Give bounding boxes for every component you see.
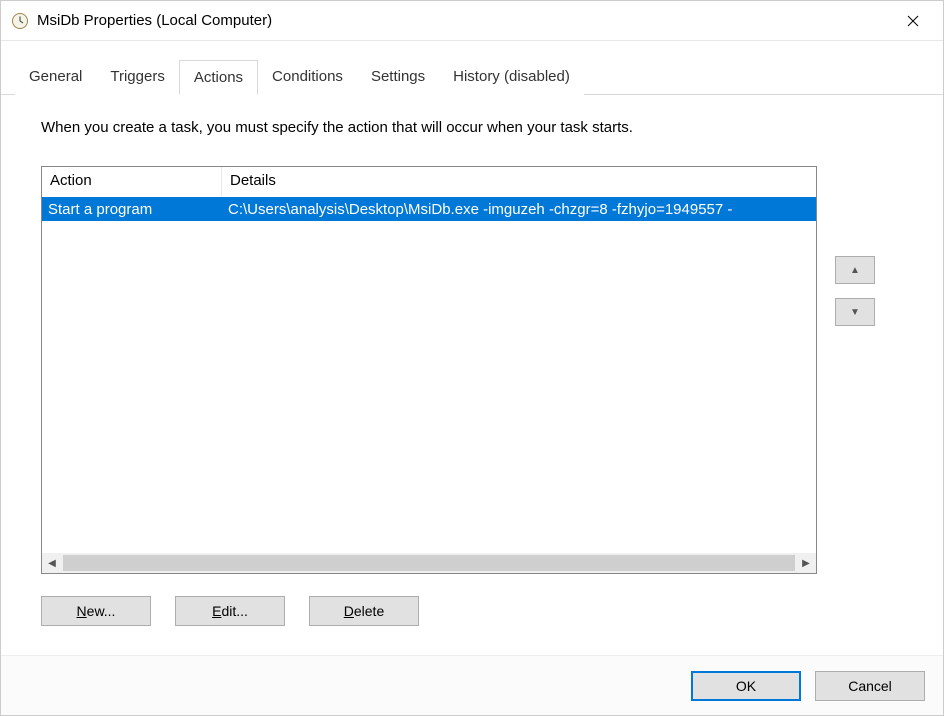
actions-listview[interactable]: Action Details Start a program C:\Users\… bbox=[41, 166, 817, 574]
tab-history[interactable]: History (disabled) bbox=[439, 60, 584, 95]
tab-strip: General Triggers Actions Conditions Sett… bbox=[1, 41, 943, 95]
action-button-row: New... Edit... Delete bbox=[41, 596, 921, 626]
column-header-details[interactable]: Details bbox=[222, 167, 816, 196]
ok-button[interactable]: OK bbox=[691, 671, 801, 701]
tab-triggers[interactable]: Triggers bbox=[96, 60, 178, 95]
close-button[interactable] bbox=[893, 6, 933, 36]
delete-button[interactable]: Delete bbox=[309, 596, 419, 626]
dialog-window: MsiDb Properties (Local Computer) Genera… bbox=[0, 0, 944, 716]
cancel-button[interactable]: Cancel bbox=[815, 671, 925, 701]
new-label: ew... bbox=[87, 603, 116, 619]
edit-label: dit... bbox=[221, 603, 247, 619]
list-area: Action Details Start a program C:\Users\… bbox=[41, 166, 921, 574]
edit-button[interactable]: Edit... bbox=[175, 596, 285, 626]
delete-label: elete bbox=[354, 603, 384, 619]
list-cell-action: Start a program bbox=[42, 199, 222, 220]
triangle-down-icon: ▼ bbox=[850, 307, 860, 318]
tab-general[interactable]: General bbox=[15, 60, 96, 95]
reorder-buttons: ▲ ▼ bbox=[835, 256, 875, 326]
dialog-footer: OK Cancel bbox=[1, 655, 943, 715]
new-button[interactable]: New... bbox=[41, 596, 151, 626]
column-header-action[interactable]: Action bbox=[42, 167, 222, 196]
list-cell-details: C:\Users\analysis\Desktop\MsiDb.exe -img… bbox=[222, 199, 816, 220]
scroll-right-icon[interactable]: ▶ bbox=[796, 553, 816, 573]
tab-conditions[interactable]: Conditions bbox=[258, 60, 357, 95]
delete-mnemonic: D bbox=[344, 603, 354, 619]
tab-content: When you create a task, you must specify… bbox=[1, 95, 943, 655]
listview-header: Action Details bbox=[42, 167, 816, 197]
list-item[interactable]: Start a program C:\Users\analysis\Deskto… bbox=[42, 197, 816, 221]
horizontal-scrollbar[interactable]: ◀ ▶ bbox=[42, 553, 816, 573]
new-mnemonic: N bbox=[77, 603, 87, 619]
description-text: When you create a task, you must specify… bbox=[41, 119, 921, 136]
scroll-track[interactable] bbox=[63, 555, 795, 571]
listview-body[interactable]: Start a program C:\Users\analysis\Deskto… bbox=[42, 197, 816, 553]
task-scheduler-icon bbox=[11, 12, 29, 30]
triangle-up-icon: ▲ bbox=[850, 265, 860, 276]
window-title: MsiDb Properties (Local Computer) bbox=[37, 12, 893, 29]
move-down-button[interactable]: ▼ bbox=[835, 298, 875, 326]
titlebar: MsiDb Properties (Local Computer) bbox=[1, 1, 943, 41]
tab-settings[interactable]: Settings bbox=[357, 60, 439, 95]
move-up-button[interactable]: ▲ bbox=[835, 256, 875, 284]
scroll-left-icon[interactable]: ◀ bbox=[42, 553, 62, 573]
tab-actions[interactable]: Actions bbox=[179, 60, 258, 95]
